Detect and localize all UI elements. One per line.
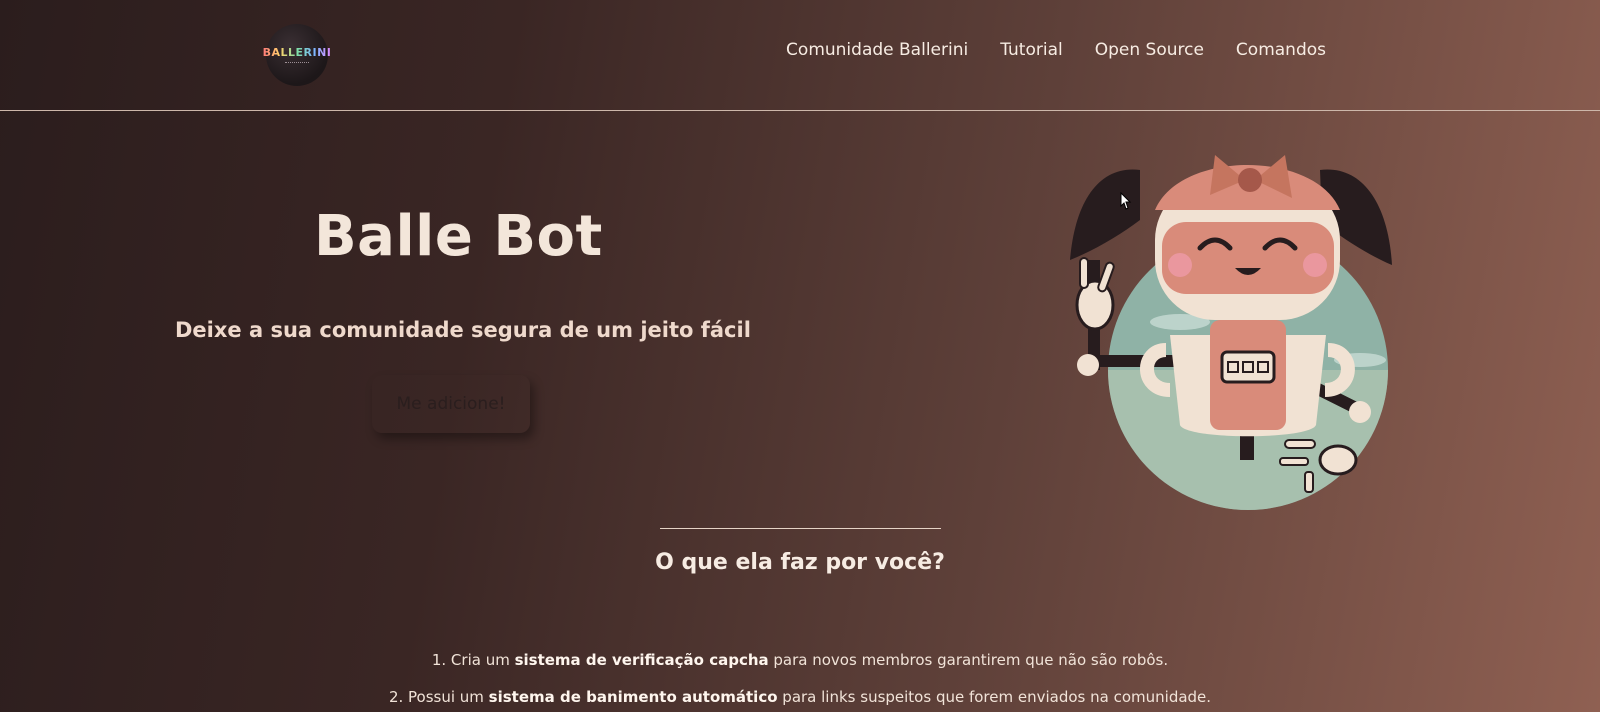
features-heading: O que ela faz por você? bbox=[655, 550, 945, 575]
nav-open-source[interactable]: Open Source bbox=[1095, 40, 1204, 60]
feature-suffix: para novos membros garantirem que não sã… bbox=[768, 651, 1169, 669]
feature-highlight: sistema de banimento automático bbox=[488, 688, 778, 706]
add-bot-button[interactable]: Me adicione! bbox=[372, 375, 530, 433]
nav-comunidade-ballerini[interactable]: Comunidade Ballerini bbox=[786, 40, 968, 60]
logo-underline bbox=[285, 61, 309, 65]
hero-subtitle: Deixe a sua comunidade segura de um jeit… bbox=[175, 318, 751, 342]
pointer-cursor-icon bbox=[1120, 192, 1132, 210]
feature-prefix: 2. Possui um bbox=[388, 688, 489, 706]
nav-tutorial[interactable]: Tutorial bbox=[1000, 40, 1063, 60]
main-nav: Comunidade Ballerini Tutorial Open Sourc… bbox=[786, 40, 1326, 60]
feature-prefix: 1. Cria um bbox=[431, 651, 515, 669]
logo-text: BALLERINI bbox=[262, 45, 332, 59]
site-header: BALLERINI Comunidade Ballerini Tutorial … bbox=[0, 0, 1600, 111]
feature-item: 1. Cria um sistema de verificação capcha… bbox=[0, 651, 1600, 669]
feature-highlight: sistema de verificação capcha bbox=[514, 651, 769, 669]
ballerini-logo[interactable]: BALLERINI bbox=[263, 24, 331, 86]
feature-item: 2. Possui um sistema de banimento automá… bbox=[0, 688, 1600, 706]
section-divider bbox=[660, 528, 941, 529]
nav-comandos[interactable]: Comandos bbox=[1236, 40, 1326, 60]
feature-suffix: para links suspeitos que forem enviados … bbox=[777, 688, 1212, 706]
hero-title: Balle Bot bbox=[314, 204, 603, 269]
